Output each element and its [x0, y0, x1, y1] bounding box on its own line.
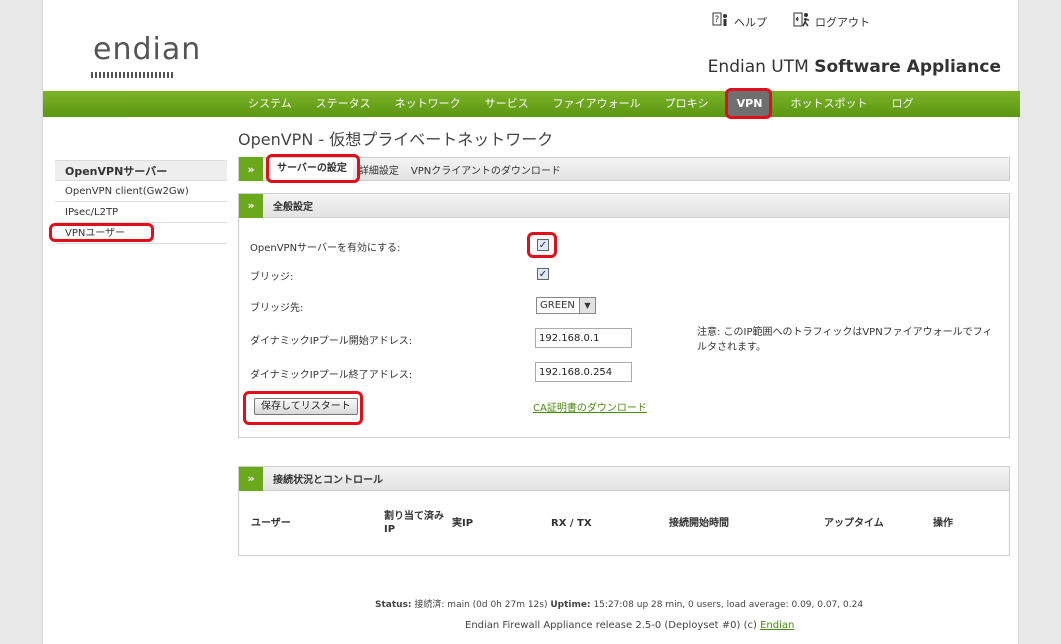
pool-start-input[interactable] — [535, 328, 632, 348]
help-label: ヘルプ — [734, 15, 767, 29]
endian-logo: endian — [93, 32, 202, 67]
general-settings-head: » 全般設定 — [239, 193, 1009, 218]
connections-head: » 接続状況とコントロール — [239, 466, 1009, 491]
save-restart-button[interactable]: 保存してリスタート — [254, 398, 358, 415]
page-title: OpenVPN - 仮想プライベートネットワーク — [238, 130, 554, 149]
product-name: Endian UTM Software Appliance — [708, 57, 1001, 77]
logo-underline — [91, 72, 175, 78]
product-name-prefix: Endian UTM — [707, 57, 815, 77]
sidebar-item-openvpn-server[interactable]: OpenVPNサーバー — [55, 160, 227, 181]
nav-proxy[interactable]: プロキシ — [653, 91, 721, 117]
pool-end-input[interactable] — [535, 362, 632, 382]
col-real-ip: 実IP — [452, 518, 474, 529]
bridge-to-value: GREEN — [540, 300, 575, 311]
sidebar: OpenVPNサーバー OpenVPN client(Gw2Gw) IPsec/… — [55, 160, 227, 244]
nav-vpn[interactable]: VPN — [726, 91, 773, 117]
ca-download-link[interactable]: CA証明書のダウンロード — [533, 399, 647, 414]
bridge-checkbox[interactable]: ✓ — [537, 268, 549, 280]
nav-services[interactable]: サービス — [473, 91, 541, 117]
header: endian ? ヘルプ ログアウト Endian UTM Software A… — [43, 0, 1020, 90]
sidebar-item-ipsec[interactable]: IPsec/L2TP — [55, 202, 227, 223]
pool-start-label: ダイナミックIPプール開始アドレス: — [250, 336, 413, 347]
help-icon: ? — [712, 12, 730, 31]
main-nav: システム ステータス ネットワーク サービス ファイアウォール プロキシ VPN… — [43, 91, 1020, 117]
chevron-right-icon: » — [239, 193, 263, 218]
chevron-down-icon: ▼ — [579, 298, 595, 313]
filter-note: 注意: このIP範囲へのトラフィックはVPNファイアウォールでフィルタされます。 — [697, 327, 993, 353]
status-label: Status: — [375, 600, 412, 610]
footer-status: Status: 接続済: main (0d 0h 27m 12s) Uptime… — [375, 597, 863, 610]
nav-logs[interactable]: ログ — [879, 91, 925, 117]
col-user: ユーザー — [251, 518, 291, 529]
top-links: ? ヘルプ ログアウト — [712, 12, 870, 31]
sidebar-item-openvpn-client[interactable]: OpenVPN client(Gw2Gw) — [55, 181, 227, 202]
page: endian ? ヘルプ ログアウト Endian UTM Software A… — [42, 0, 1020, 644]
chevron-right-icon: » — [239, 466, 263, 491]
general-settings-panel: » 全般設定 OpenVPNサーバーを有効にする: ✓ ブリッジ: ✓ ブリッジ… — [238, 193, 1010, 438]
connections-panel: » 接続状況とコントロール ユーザー 割り当て済みIP 実IP RX / TX … — [238, 466, 1010, 556]
release-text: Endian Firewall Appliance release 2.5-0 … — [465, 620, 761, 631]
nav-network[interactable]: ネットワーク — [383, 91, 473, 117]
col-rx-tx: RX / TX — [551, 518, 592, 529]
nav-hotspot[interactable]: ホットスポット — [778, 91, 879, 117]
sidebar-item-vpn-users[interactable]: VPNユーザー — [55, 223, 227, 244]
enable-server-label: OpenVPNサーバーを有効にする: — [250, 243, 401, 254]
enable-server-checkbox[interactable]: ✓ — [537, 239, 549, 251]
footer-release: Endian Firewall Appliance release 2.5-0 … — [465, 620, 794, 631]
connections-title: 接続状況とコントロール — [273, 475, 383, 486]
logout-link[interactable]: ログアウト — [793, 12, 870, 31]
tab-server-settings[interactable]: サーバーの設定 — [271, 158, 353, 180]
svg-text:?: ? — [715, 15, 720, 25]
tab-client-download[interactable]: VPNクライアントのダウンロード — [405, 162, 567, 177]
tabs-bar: » サーバーの設定 詳細設定 VPNクライアントのダウンロード — [238, 157, 1010, 181]
uptime-label: Uptime: — [550, 600, 591, 610]
tabs-head: » サーバーの設定 詳細設定 VPNクライアントのダウンロード — [238, 157, 1010, 181]
product-name-bold: Software Appliance — [814, 57, 1001, 77]
tabs: サーバーの設定 詳細設定 VPNクライアントのダウンロード — [263, 157, 567, 181]
pool-end-label: ダイナミックIPプール終了アドレス: — [250, 370, 413, 381]
endian-link[interactable]: Endian — [760, 620, 794, 631]
logout-icon — [793, 12, 811, 31]
bridge-to-label: ブリッジ先: — [250, 303, 304, 314]
col-assigned-ip: 割り当て済みIP — [384, 511, 444, 535]
logout-label: ログアウト — [815, 15, 870, 29]
col-connected-since: 接続開始時間 — [669, 518, 729, 529]
col-actions: 操作 — [933, 518, 953, 529]
bridge-label: ブリッジ: — [250, 272, 294, 283]
general-settings-title: 全般設定 — [273, 202, 313, 213]
uptime-value: 15:27:08 up 28 min, 0 users, load averag… — [593, 600, 864, 610]
nav-firewall[interactable]: ファイアウォール — [541, 91, 653, 117]
nav-system[interactable]: システム — [236, 91, 304, 117]
col-uptime: アップタイム — [824, 518, 884, 529]
chevron-right-icon: » — [239, 157, 263, 181]
status-value: 接続済: main (0d 0h 27m 12s) — [414, 600, 548, 610]
nav-status[interactable]: ステータス — [304, 91, 383, 117]
tab-advanced-settings[interactable]: 詳細設定 — [353, 162, 405, 177]
bridge-to-select[interactable]: GREEN ▼ — [536, 297, 596, 314]
help-link[interactable]: ? ヘルプ — [712, 12, 767, 31]
